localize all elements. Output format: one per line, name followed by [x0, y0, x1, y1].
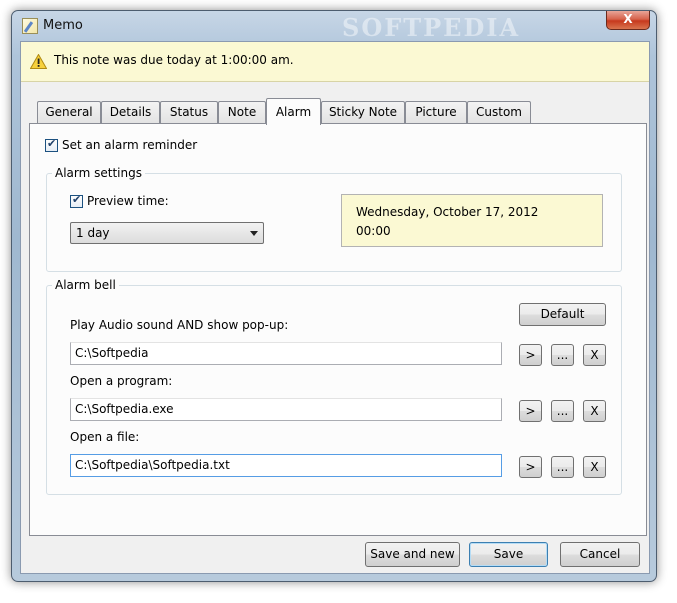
audio-path-input[interactable]: C:\Softpedia — [70, 342, 502, 365]
warning-icon — [30, 54, 47, 69]
preview-interval-select[interactable]: 1 day — [70, 222, 264, 244]
alarm-reminder-label[interactable]: Set an alarm reminder — [62, 138, 197, 152]
alarm-bell-title: Alarm bell — [52, 278, 119, 292]
preview-time-checkbox[interactable] — [70, 193, 83, 208]
program-path-input[interactable]: C:\Softpedia.exe — [70, 398, 502, 421]
tab-alarm[interactable]: Alarm — [266, 98, 321, 125]
file-browse-button[interactable]: ... — [551, 456, 574, 478]
program-clear-button[interactable]: X — [583, 400, 606, 422]
file-clear-button[interactable]: X — [583, 456, 606, 478]
preview-interval-value: 1 day — [76, 226, 110, 240]
tab-picture[interactable]: Picture — [405, 101, 467, 123]
tab-details[interactable]: Details — [101, 101, 160, 123]
tab-status[interactable]: Status — [160, 101, 218, 123]
due-infobar: This note was due today at 1:00:00 am. — [21, 42, 649, 82]
due-message: This note was due today at 1:00:00 am. — [54, 53, 294, 67]
client-area: This note was due today at 1:00:00 am. G… — [20, 41, 650, 574]
close-button[interactable]: X — [606, 11, 650, 30]
default-button[interactable]: Default — [519, 303, 606, 326]
audio-label: Play Audio sound AND show pop-up: — [70, 318, 289, 332]
tab-general[interactable]: General — [37, 101, 101, 123]
memo-app-icon — [22, 18, 38, 34]
window-title: Memo — [43, 18, 83, 33]
preview-date: Wednesday, October 17, 2012 — [356, 205, 539, 219]
chevron-down-icon — [250, 231, 258, 236]
file-path-input[interactable]: C:\Softpedia\Softpedia.txt — [70, 454, 502, 477]
softpedia-watermark: SOFTPEDIA — [342, 13, 521, 42]
save-and-new-button[interactable]: Save and new — [365, 542, 460, 567]
alarm-reminder-checkbox[interactable] — [45, 137, 58, 152]
program-label: Open a program: — [70, 374, 173, 388]
program-play-button[interactable]: > — [519, 400, 542, 422]
preview-time: 00:00 — [356, 224, 391, 238]
file-label: Open a file: — [70, 430, 140, 444]
cancel-button[interactable]: Cancel — [560, 542, 640, 567]
tab-note[interactable]: Note — [218, 101, 266, 123]
title-bar[interactable]: Memo SOFTPEDIA X — [12, 11, 656, 42]
memo-window: Memo SOFTPEDIA X This note was due today… — [11, 10, 657, 582]
preview-time-label[interactable]: Preview time: — [87, 194, 169, 208]
tab-custom[interactable]: Custom — [467, 101, 531, 123]
audio-clear-button[interactable]: X — [583, 344, 606, 366]
alarm-settings-title: Alarm settings — [52, 166, 145, 180]
tab-sticky-note[interactable]: Sticky Note — [321, 101, 405, 123]
alarm-tab-panel: Set an alarm reminder Alarm settings Pre… — [29, 123, 647, 536]
audio-play-button[interactable]: > — [519, 344, 542, 366]
file-play-button[interactable]: > — [519, 456, 542, 478]
save-button[interactable]: Save — [469, 542, 548, 567]
preview-datetime-box: Wednesday, October 17, 2012 00:00 — [341, 194, 603, 247]
audio-browse-button[interactable]: ... — [551, 344, 574, 366]
program-browse-button[interactable]: ... — [551, 400, 574, 422]
